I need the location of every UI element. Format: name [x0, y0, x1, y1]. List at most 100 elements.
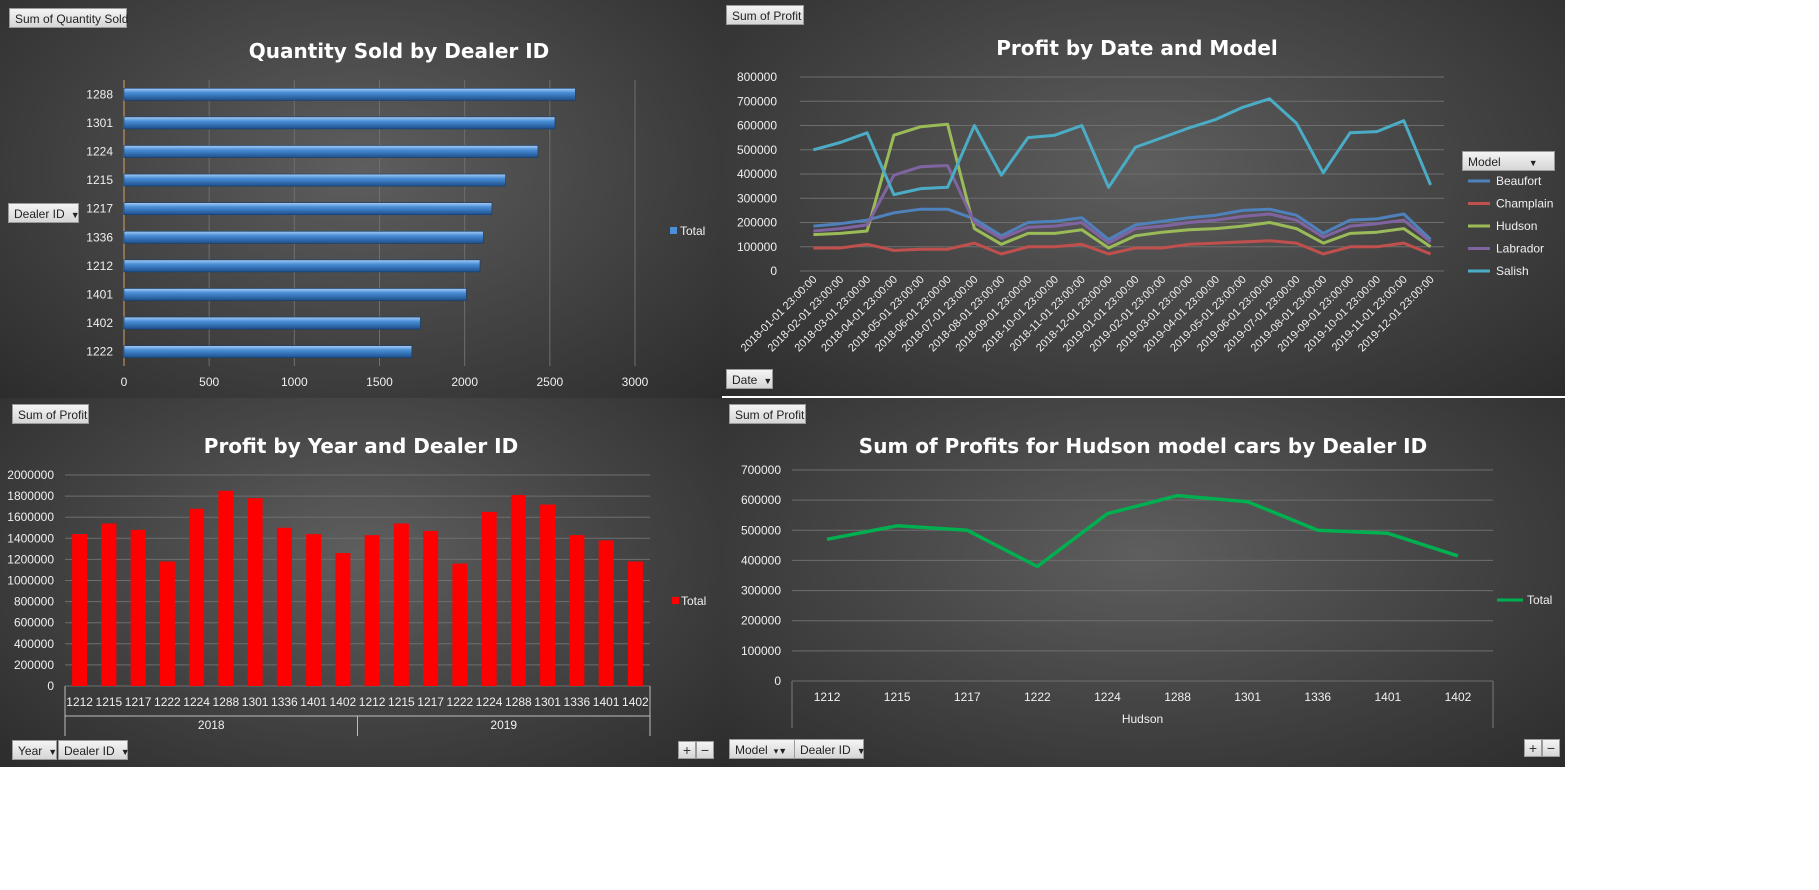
y-tick-label: 400000 [14, 637, 54, 651]
y-tick-label: 1200000 [7, 552, 54, 566]
x-tick-label: 1224 [1094, 690, 1121, 704]
field-button-label: Sum of Profit [732, 9, 802, 23]
bar [364, 535, 380, 686]
bar [276, 527, 292, 686]
bar [627, 561, 643, 686]
x-tick-label: 1222 [1024, 690, 1051, 704]
bar [306, 534, 322, 686]
dropdown-arrow-icon: ▼ [1528, 158, 1538, 168]
field-button-label: Sum of Profit [735, 408, 805, 422]
axis-button-year[interactable]: Year ▼ [12, 740, 57, 760]
y-tick-label: 800000 [737, 70, 777, 84]
bar [452, 563, 468, 686]
group-label: 2019 [490, 718, 517, 732]
bar [189, 508, 205, 686]
x-tick-label: 1212 [814, 690, 841, 704]
chart-title: Profit by Year and Dealer ID [204, 434, 518, 458]
profit-by-date-chart: Profit by Date and Model 0 100000 200000 300… [737, 36, 1553, 354]
bar [123, 259, 481, 273]
y-tick-label: 0 [770, 264, 777, 278]
filter-button-model[interactable]: Model ▾▼ [729, 739, 795, 759]
chart-panel-profit-by-year[interactable]: Profit by Year and Dealer ID 0 200000 40000… [0, 398, 722, 767]
axis-button-date[interactable]: Date ▼ [726, 369, 773, 389]
expand-button[interactable]: + [678, 741, 696, 759]
expand-button[interactable]: + [1524, 739, 1542, 757]
x-tick-label: 1401 [300, 695, 327, 709]
axis-button-label: Dealer ID [64, 744, 115, 758]
axis-button-dealer-id[interactable]: Dealer ID ▼ [794, 739, 866, 759]
chart-panel-quantity-sold[interactable]: Quantity Sold by Dealer ID 0 500 1000 1500 20… [0, 0, 722, 398]
x-tick-label: 1212 [66, 695, 93, 709]
legend-label: Beaufort [1496, 174, 1542, 188]
profit-by-year-chart: Profit by Year and Dealer ID 0 200000 40000… [7, 434, 706, 736]
y-tick-label: 500000 [737, 143, 777, 157]
field-button-sum-of-profit[interactable]: Sum of Profit [12, 404, 89, 424]
legend-button-model[interactable]: Model ▼ [1462, 151, 1555, 171]
x-tick-label: 1215 [884, 690, 911, 704]
field-button-sum-of-profit[interactable]: Sum of Profit [729, 404, 806, 424]
y-tick-label: 500000 [741, 523, 781, 537]
legend-marker [672, 597, 679, 604]
axis-button-label: Dealer ID [14, 207, 65, 221]
bar [123, 173, 506, 187]
bar [123, 88, 576, 101]
series-line [826, 493, 1459, 569]
collapse-button[interactable]: − [696, 741, 714, 759]
bar [123, 316, 421, 330]
x-tick-label: 1217 [954, 690, 981, 704]
field-button-label: Sum of Profit [18, 408, 88, 422]
y-tick-label: 800000 [14, 595, 54, 609]
y-tick-label: 1000000 [7, 574, 54, 588]
field-button-label: Sum of Quantity Sold [15, 12, 129, 26]
y-tick-label: 1212 [86, 259, 113, 273]
y-tick-label: 1402 [86, 316, 113, 330]
group-label: 2018 [198, 718, 225, 732]
axis-button-dealer-id[interactable]: Dealer ID ▼ [8, 203, 80, 223]
x-tick-label: 1288 [213, 695, 240, 709]
y-tick-label: 1401 [86, 288, 113, 302]
bar [123, 345, 413, 359]
dropdown-arrow-icon: ▼ [120, 747, 130, 757]
y-tick-label: 0 [774, 674, 781, 688]
y-tick-label: 1288 [86, 87, 113, 101]
bar [540, 504, 556, 686]
legend-button-label: Model [1468, 155, 1501, 169]
group-label: Hudson [1122, 712, 1163, 726]
legend-marker [670, 227, 677, 234]
axis-button-label: Dealer ID [800, 743, 851, 757]
chart-panel-profit-by-date[interactable]: Profit by Date and Model 0 100000 200000 300… [722, 0, 1565, 396]
x-tick-label: 1224 [183, 695, 210, 709]
axis-button-label: Year [18, 744, 43, 758]
y-tick-label: 200000 [737, 216, 777, 230]
y-tick-label: 1336 [86, 230, 113, 244]
field-button-sum-of-quantity-sold[interactable]: Sum of Quantity Sold [9, 8, 129, 28]
collapse-button[interactable]: − [1542, 739, 1560, 757]
x-tick-label: 1336 [1304, 690, 1331, 704]
bar [423, 530, 439, 686]
y-tick-label: 200000 [741, 614, 781, 628]
x-tick-label: 1215 [96, 695, 123, 709]
field-button-sum-of-profit[interactable]: Sum of Profit [726, 5, 804, 25]
bar [569, 535, 585, 686]
bar [335, 553, 351, 686]
y-tick-label: 400000 [737, 167, 777, 181]
y-tick-label: 600000 [741, 493, 781, 507]
x-tick-label: 1500 [366, 375, 393, 389]
dropdown-arrow-icon: ▼ [70, 210, 80, 220]
x-tick-label: 1224 [476, 695, 503, 709]
y-tick-label: 100000 [741, 644, 781, 658]
legend-label: Champlain [1496, 197, 1553, 211]
dropdown-arrow-icon: ▼ [763, 376, 773, 386]
y-tick-label: 700000 [741, 463, 781, 477]
legend-label: Total [1527, 593, 1552, 607]
axis-button-dealer-id[interactable]: Dealer ID ▼ [58, 740, 130, 760]
chart-panel-hudson-profit[interactable]: Sum of Profits for Hudson model cars by … [722, 398, 1565, 767]
hudson-profit-chart: Sum of Profits for Hudson model cars by … [741, 434, 1552, 728]
bar [123, 145, 539, 158]
x-tick-label: 1212 [359, 695, 386, 709]
bar [123, 288, 467, 301]
x-tick-label: 2500 [536, 375, 563, 389]
y-tick-label: 600000 [737, 119, 777, 133]
bar [123, 202, 493, 215]
legend-label: Total [680, 224, 705, 238]
